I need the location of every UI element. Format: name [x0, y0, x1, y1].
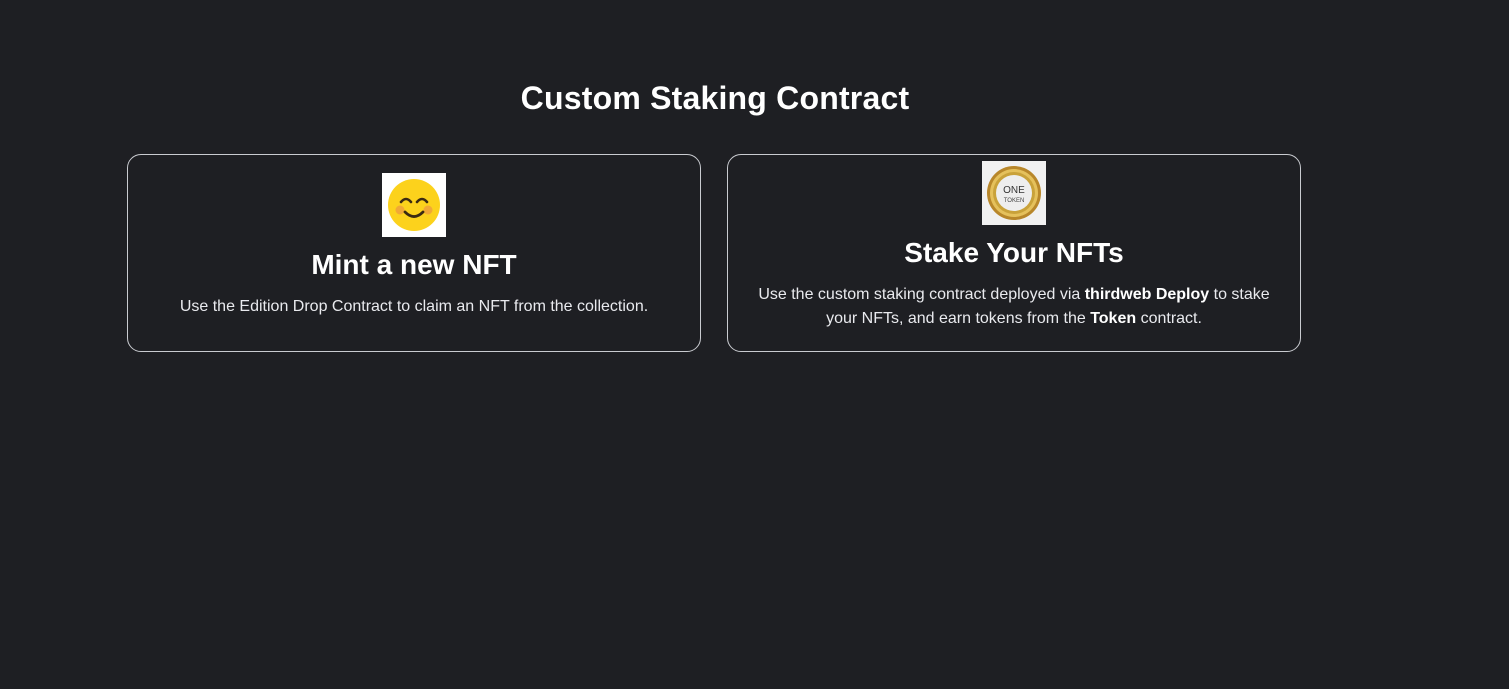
mint-nft-title: Mint a new NFT	[311, 249, 517, 280]
coin-text-one: ONE	[1003, 185, 1025, 196]
desc-text: contract.	[1136, 310, 1202, 327]
thirdweb-deploy-emphasis: thirdweb Deploy	[1084, 286, 1210, 303]
mint-nft-image	[382, 173, 446, 237]
page-title: Custom Staking Contract	[520, 80, 910, 116]
smiling-face-emoji-icon	[388, 179, 440, 231]
coin-text-token: TOKEN	[1004, 198, 1025, 204]
stake-nfts-description: Use the custom staking contract deployed…	[742, 283, 1287, 331]
desc-text: Use the custom staking contract deployed…	[758, 286, 1085, 303]
stake-nfts-title: Stake Your NFTs	[904, 237, 1124, 268]
token-emphasis: Token	[1090, 310, 1137, 327]
mint-nft-card[interactable]: Mint a new NFT Use the Edition Drop Cont…	[127, 154, 701, 352]
page: Custom Staking Contract Mint a new NFT U…	[0, 0, 1509, 689]
stake-nfts-image: ONE TOKEN	[982, 161, 1046, 225]
one-token-coin-icon: ONE TOKEN	[987, 166, 1041, 220]
mint-nft-description: Use the Edition Drop Contract to claim a…	[179, 298, 649, 315]
stake-nfts-card[interactable]: ONE TOKEN Stake Your NFTs Use the custom…	[727, 154, 1301, 352]
